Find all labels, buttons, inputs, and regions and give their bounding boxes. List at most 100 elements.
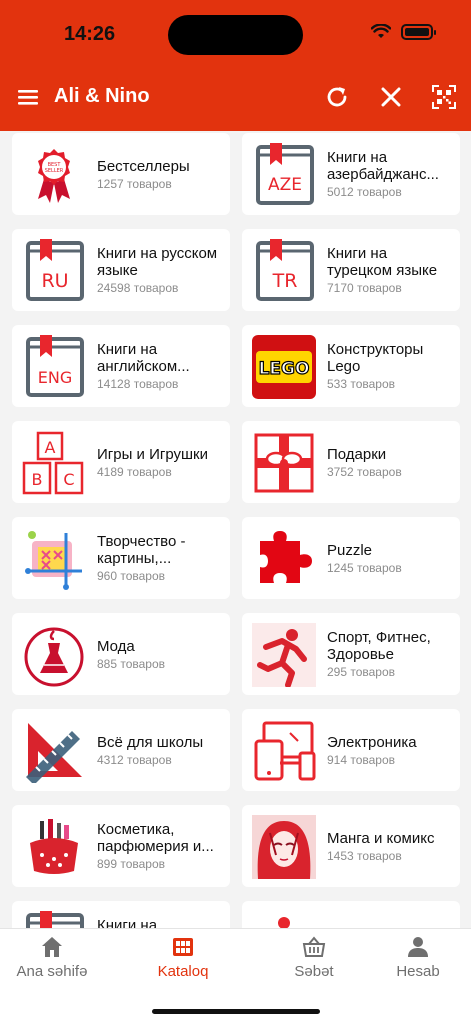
category-card-books-ru[interactable]: RU Книги на русском языке 24598 товаров: [12, 229, 230, 311]
category-count: 899 товаров: [97, 857, 166, 871]
svg-text:TR: TR: [272, 270, 298, 292]
category-grid: BEST SELLER Бестселлеры 1257 товаров AZE…: [0, 131, 471, 928]
abc-blocks-icon: A B C: [22, 431, 84, 495]
toolbar: Ali & Nino: [0, 78, 471, 118]
home-indicator: [152, 1009, 320, 1014]
book-tr-icon: TR: [256, 239, 314, 301]
account-icon: [408, 937, 428, 957]
devices-icon: [254, 721, 316, 781]
category-count: 4312 товаров: [97, 752, 172, 767]
category-card-books-tr[interactable]: TR Книги на турецком языке 7170 товаров: [242, 229, 460, 311]
category-title: Электроника: [327, 733, 417, 751]
catalog-icon: [173, 938, 193, 956]
battery-icon: [401, 24, 436, 40]
lego-logo-icon: LEGO: [252, 335, 316, 399]
category-count: 5012 товаров: [327, 185, 402, 199]
category-count: 295 товаров: [327, 665, 396, 679]
category-title: Книги на русском языке: [97, 245, 218, 279]
person-icon: [278, 917, 290, 928]
refresh-icon[interactable]: [324, 84, 350, 110]
category-title: Конструкторы Lego: [327, 341, 424, 375]
category-count: 1257 товаров: [97, 176, 172, 191]
home-icon: [42, 937, 62, 957]
category-title: Творчество - картины,...: [97, 533, 186, 567]
category-card-books-eng[interactable]: ENG Книги на английском... 14128 товаров: [12, 325, 230, 407]
category-card-partial[interactable]: [242, 901, 460, 928]
category-count: 533 товаров: [327, 377, 396, 391]
cosmetics-bag-icon: [30, 819, 78, 874]
category-title: Книги на азербайджанс...: [327, 149, 439, 183]
category-count: 3752 товаров: [327, 464, 402, 479]
basket-icon: [302, 936, 326, 957]
category-card-school[interactable]: Всё для школы 4312 товаров: [12, 709, 230, 791]
dress-icon: [24, 627, 84, 687]
category-card-creativity[interactable]: Творчество - картины,... 960 товаров: [12, 517, 230, 599]
category-title: Книги на: [97, 917, 158, 928]
svg-text:SELLER: SELLER: [45, 168, 64, 174]
hamburger-menu-icon[interactable]: [18, 87, 38, 107]
category-card-manga[interactable]: Манга и комикс 1453 товаров: [242, 805, 460, 887]
tab-home[interactable]: Ana səhifə: [0, 935, 107, 980]
ruler-triangle-icon: [26, 723, 82, 783]
tab-label: Kataloq: [157, 963, 209, 980]
book-icon: [26, 911, 84, 928]
category-title: Бестселлеры: [97, 157, 190, 175]
tab-label: Ana səhifə: [16, 963, 88, 980]
category-card-books-aze[interactable]: AZE Книги на азербайджанс... 5012 товаро…: [242, 133, 460, 215]
category-card-fashion[interactable]: Мода 885 товаров: [12, 613, 230, 695]
category-count: 1453 товаров: [327, 848, 402, 863]
category-count: 14128 товаров: [97, 377, 179, 391]
category-count: 914 товаров: [327, 752, 396, 767]
category-card-sport[interactable]: Спорт, Фитнес, Здоровье 295 товаров: [242, 613, 460, 695]
category-card-games-toys[interactable]: A B C Игры и Игрушки 4189 товаров: [12, 421, 230, 503]
gift-box-icon: [254, 433, 314, 493]
tab-catalog[interactable]: Kataloq: [128, 935, 238, 980]
svg-text:C: C: [63, 470, 74, 489]
book-aze-icon: AZE: [256, 143, 314, 205]
bestseller-badge-icon: BEST SELLER: [38, 149, 70, 203]
book-ru-icon: RU: [26, 239, 84, 301]
tab-basket[interactable]: Səbət: [259, 935, 369, 980]
wifi-icon: [371, 24, 391, 38]
book-eng-icon: ENG: [26, 335, 84, 397]
status-icons: [371, 24, 436, 40]
qr-scan-icon[interactable]: [431, 84, 457, 110]
category-title: Игры и Игрушки: [97, 445, 208, 463]
running-man-icon: [252, 623, 316, 687]
svg-text:A: A: [45, 438, 56, 457]
tab-label: Səbət: [294, 963, 334, 980]
category-title: Книги на турецком языке: [327, 245, 438, 279]
manga-girl-icon: [252, 815, 316, 879]
tab-account[interactable]: Hesab: [363, 935, 471, 980]
dynamic-island: [168, 15, 303, 55]
category-card-puzzle[interactable]: Puzzle 1245 товаров: [242, 517, 460, 599]
category-title: Косметика, парфюмерия и...: [97, 821, 214, 855]
category-title: Всё для школы: [97, 733, 204, 751]
app-header: 14:26 Ali & Nino: [0, 0, 471, 131]
status-time: 14:26: [64, 23, 116, 45]
category-card-electronics[interactable]: Электроника 914 товаров: [242, 709, 460, 791]
category-title: Спорт, Фитнес, Здоровье: [327, 629, 431, 663]
category-card-lego[interactable]: LEGO Конструкторы Lego 533 товаров: [242, 325, 460, 407]
close-icon[interactable]: [378, 84, 404, 110]
category-count: 7170 товаров: [327, 281, 402, 295]
category-card-gifts[interactable]: Подарки 3752 товаров: [242, 421, 460, 503]
puzzle-piece-icon: [260, 531, 312, 583]
category-count: 885 товаров: [97, 656, 166, 671]
category-count: 24598 товаров: [97, 281, 179, 295]
category-title: Манга и комикс: [327, 829, 435, 847]
tab-label: Hesab: [396, 963, 440, 980]
svg-text:AZE: AZE: [268, 175, 302, 195]
svg-text:B: B: [32, 470, 43, 489]
category-card-cosmetics[interactable]: Косметика, парфюмерия и... 899 товаров: [12, 805, 230, 887]
svg-text:RU: RU: [41, 270, 68, 292]
category-count: 4189 товаров: [97, 464, 172, 479]
svg-text:ENG: ENG: [38, 368, 72, 387]
category-card-bestsellers[interactable]: BEST SELLER Бестселлеры 1257 товаров: [12, 133, 230, 215]
category-title: Подарки: [327, 445, 387, 463]
cross-stitch-icon: [25, 531, 82, 590]
category-count: 960 товаров: [97, 569, 166, 583]
category-card-books-more[interactable]: Книги на: [12, 901, 230, 928]
category-title: Книги на английском...: [97, 341, 190, 375]
svg-text:LEGO: LEGO: [259, 359, 310, 379]
